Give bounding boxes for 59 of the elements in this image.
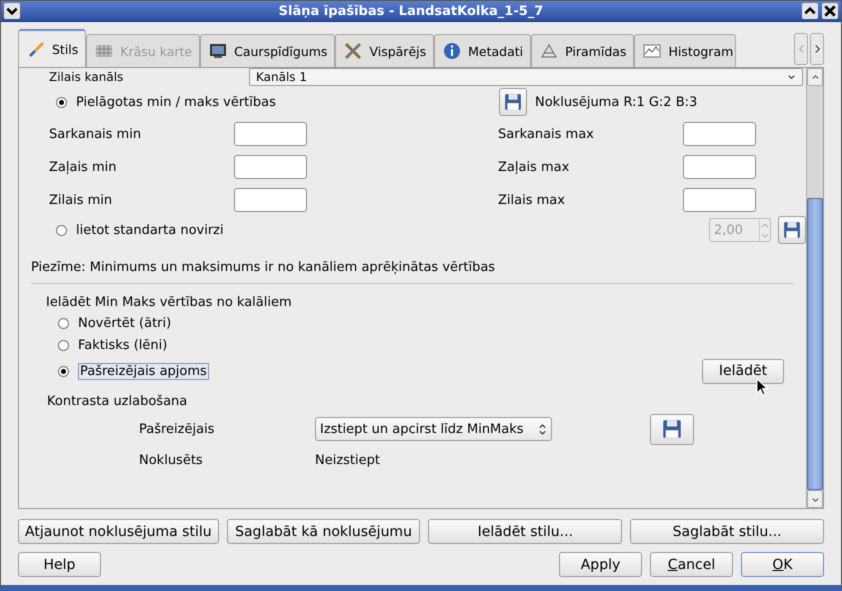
tab[interactable]: Caurspīdīgums [200, 34, 336, 67]
note-text: Piezīme: Minimums un maksimums ir no kanāliem aprēķinātas vērtības [31, 260, 496, 275]
field-label: Sarkanais min [49, 126, 142, 142]
value-field[interactable] [683, 188, 756, 212]
group-title: Ielādēt Min Maks vērtības no kalāliem [45, 295, 293, 310]
value-field[interactable] [683, 155, 756, 179]
style-button[interactable]: Saglabāt kā noklusējumu [226, 519, 420, 544]
tab[interactable]: Histogram [634, 34, 736, 67]
chevron-down-icon[interactable] [4, 3, 20, 19]
load-option-radio[interactable]: Faktisks (lēni) [58, 338, 168, 352]
default-value: Neizstiept [315, 452, 380, 468]
contrast-dropdown[interactable]: Izstiept un apcirst līdz MinMaks [315, 417, 552, 441]
chevron-right-icon [814, 44, 820, 54]
close-icon[interactable] [822, 3, 838, 19]
chevron-left-icon [798, 44, 804, 54]
chevron-up-icon[interactable] [810, 72, 820, 82]
tab[interactable]: Vispārējs [335, 34, 434, 67]
save-button[interactable] [778, 216, 806, 244]
default-bands-label: Noklusējuma R:1 G:2 B:3 [535, 94, 698, 110]
info-icon [442, 41, 462, 61]
value-field[interactable] [234, 122, 307, 146]
style-button[interactable]: Saglabāt stilu... [630, 519, 824, 544]
up-down-arrows-icon [538, 422, 547, 436]
field-label: Zilais min [49, 192, 114, 208]
dialog-button[interactable]: Apply [559, 552, 642, 577]
save-button[interactable] [499, 88, 527, 116]
scrollbar-thumb[interactable] [807, 198, 823, 490]
save-button[interactable] [650, 414, 694, 444]
tab[interactable]: Metadati [434, 34, 532, 67]
chevron-up-icon[interactable] [802, 3, 818, 19]
load-option-radio[interactable]: Novērtēt (ātri) [58, 316, 172, 330]
mouse-pointer-icon [756, 378, 768, 396]
vertical-scrollbar[interactable] [806, 68, 823, 508]
stddev-radio[interactable]: lietot standarta novirzi [56, 222, 709, 238]
value-field[interactable] [683, 122, 756, 146]
chevron-down-icon [787, 72, 796, 82]
window-title: Slāņa īpašības - LandsatKolka_1-5_7 [278, 4, 544, 18]
dialog-button[interactable]: Help [18, 552, 101, 577]
value-field[interactable] [234, 188, 307, 212]
default-label: Noklusēts [139, 452, 204, 468]
value-field[interactable] [234, 155, 307, 179]
custom-minmax-radio[interactable]: Pielāgotas min / maks vērtības [56, 94, 499, 110]
tab[interactable]: Piramīdas [531, 34, 634, 67]
dialog-button[interactable]: OK [741, 552, 824, 577]
tab[interactable]: Stils [18, 29, 86, 67]
band-dropdown[interactable]: Kanāls 1 [249, 68, 803, 86]
dialog-button[interactable]: Cancel [650, 552, 733, 577]
field-label: Zilais max [498, 192, 566, 208]
field-label: Sarkanais max [498, 126, 595, 142]
tools-icon [343, 41, 364, 61]
style-button[interactable]: Atjaunot noklusējuma stilu [18, 519, 219, 544]
current-label: Pašreizējais [139, 422, 216, 436]
field-label: Zaļais min [49, 160, 118, 174]
load-button[interactable]: Ielādēt [702, 358, 784, 384]
monitor-icon [208, 41, 228, 61]
field-label: Zaļais max [498, 160, 570, 174]
band-label: Zilais kanāls [49, 70, 124, 84]
style-button[interactable]: Ielādēt stilu... [428, 519, 622, 544]
group-title: Kontrasta uzlabošana [46, 394, 188, 409]
